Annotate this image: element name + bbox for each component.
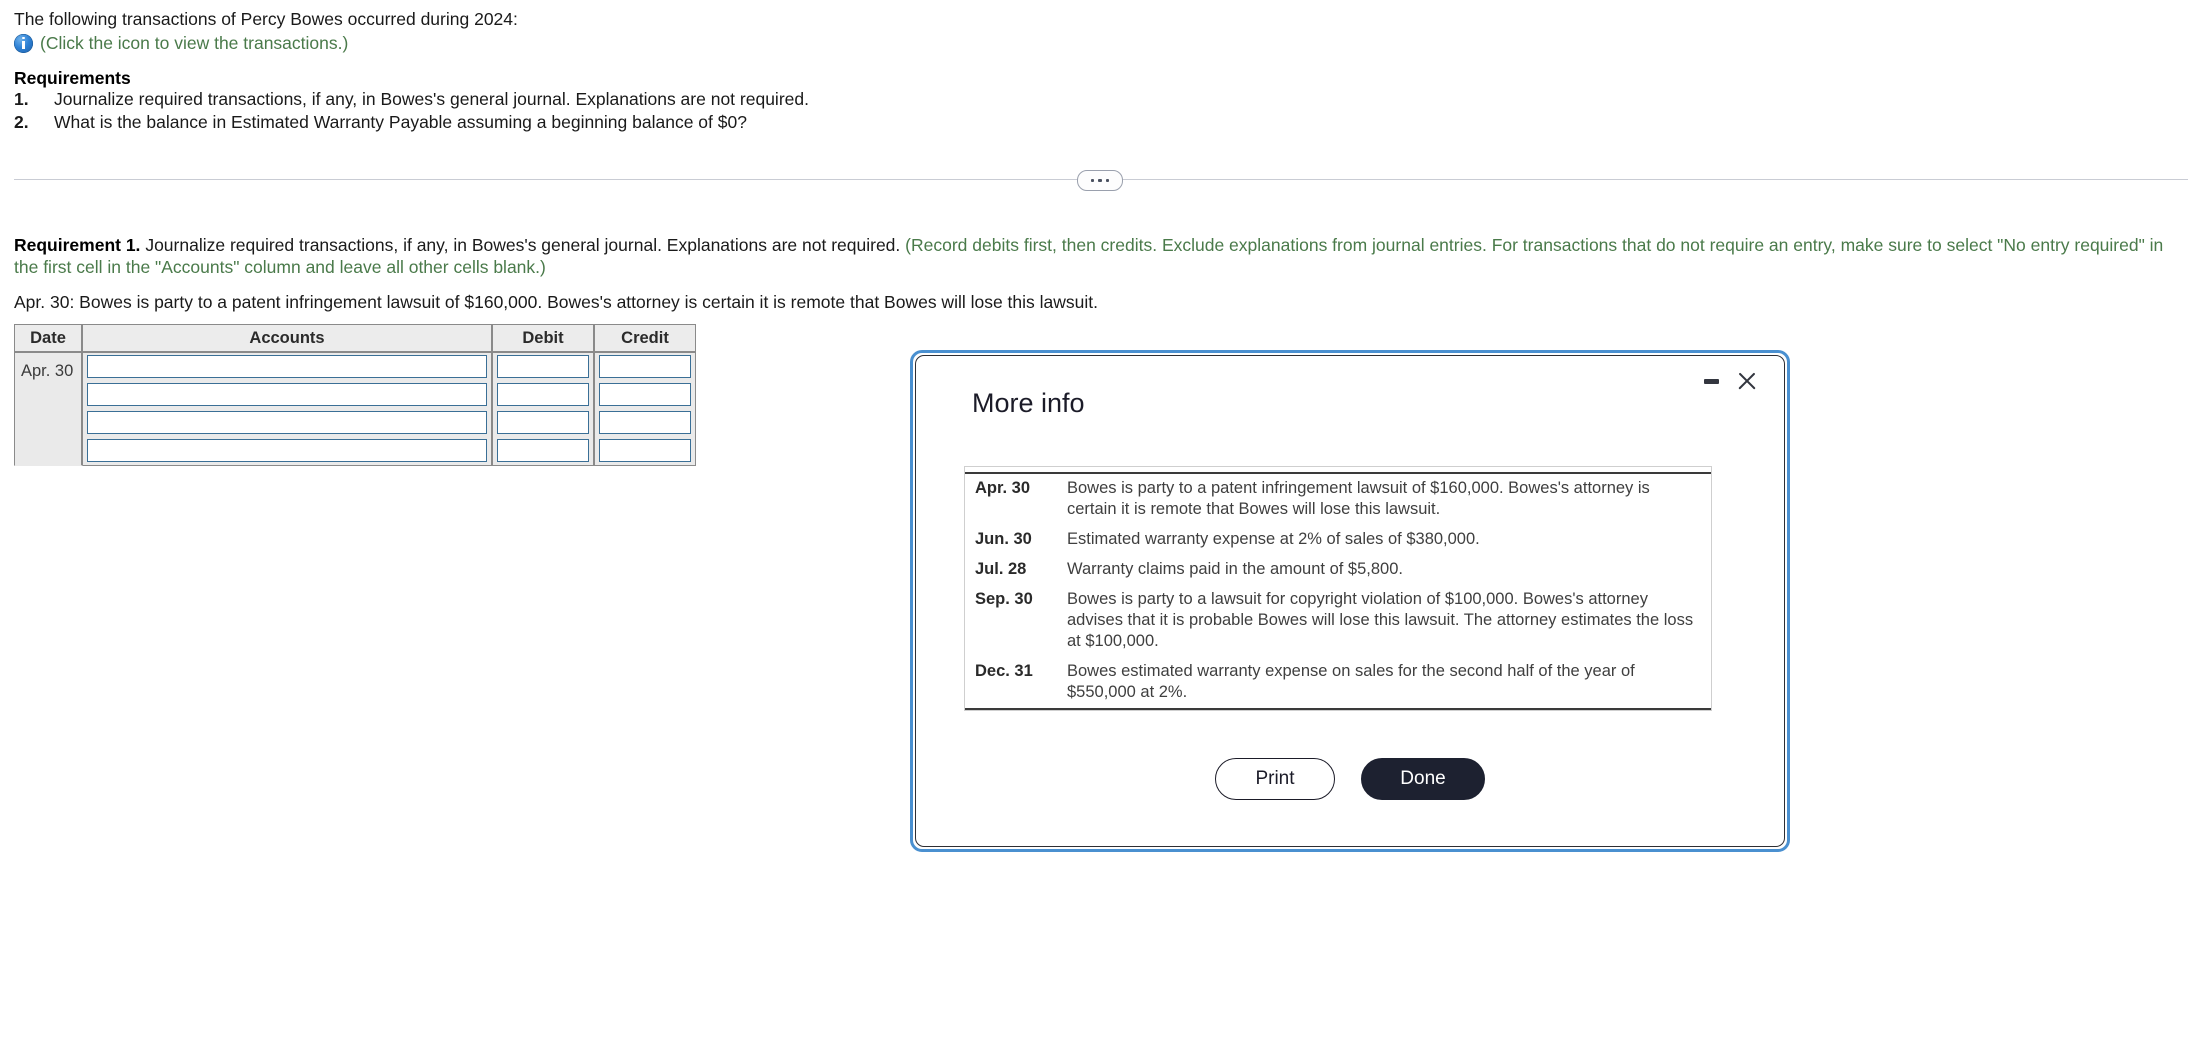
transaction-description: Warranty claims paid in the amount of $5… <box>1067 560 1403 578</box>
dot-icon <box>1105 178 1110 183</box>
page-root: The following transactions of Percy Bowe… <box>0 0 2202 1050</box>
more-info-dialog-title: More info <box>972 388 1085 418</box>
transactions-panel: Apr. 30 Bowes is party to a patent infri… <box>964 466 1712 711</box>
table-row: Jun. 30 Estimated warranty expense at 2%… <box>965 525 1711 555</box>
journal-credit-input[interactable] <box>599 383 691 406</box>
table-row: Sep. 30 Bowes is party to a lawsuit for … <box>965 585 1711 657</box>
transaction-date: Apr. 30 <box>975 479 1031 497</box>
journal-debit-cell[interactable] <box>493 437 595 466</box>
journal-row: Apr. 30 <box>14 353 696 466</box>
dialog-window-controls <box>1703 370 1758 392</box>
journal-accounts-cell[interactable] <box>83 437 493 466</box>
table-row: Apr. 30 Bowes is party to a patent infri… <box>965 473 1711 525</box>
problem-intro-text: The following transactions of Percy Bowe… <box>14 9 518 29</box>
transaction-description: Bowes is party to a patent infringement … <box>1067 479 1650 518</box>
view-transactions-link-label[interactable]: (Click the icon to view the transactions… <box>40 33 348 53</box>
journal-accounts-cell[interactable] <box>83 381 493 409</box>
requirement-item-2: 2. What is the balance in Estimated Warra… <box>14 112 747 133</box>
transaction-description: Estimated warranty expense at 2% of sale… <box>1067 530 1480 548</box>
more-info-dialog: More info Apr. 30 Bowes is party to a pa… <box>910 350 1790 852</box>
done-button[interactable]: Done <box>1361 758 1485 800</box>
transaction-date: Jul. 28 <box>975 560 1027 578</box>
requirement-item-2-number: 2. <box>14 112 29 132</box>
table-row: Dec. 31 Bowes estimated warranty expense… <box>965 657 1711 709</box>
journal-column-accounts: Accounts <box>83 324 493 353</box>
dot-icon <box>1098 178 1102 183</box>
journal-credit-input[interactable] <box>599 411 691 434</box>
table-row: Jul. 28 Warranty claims paid in the amou… <box>965 555 1711 585</box>
journal-debit-input[interactable] <box>497 383 589 406</box>
journal-column-credit: Credit <box>595 324 696 353</box>
requirement-1-body: Journalize required transactions, if any… <box>145 235 901 255</box>
journal-accounts-cell[interactable] <box>83 353 493 381</box>
requirement-item-1-text: Journalize required transactions, if any… <box>54 89 809 109</box>
journal-debit-input[interactable] <box>497 439 589 462</box>
requirement-1-label: Requirement 1. <box>14 235 141 255</box>
journal-row <box>14 381 696 409</box>
requirement-item-2-text: What is the balance in Estimated Warrant… <box>54 112 747 132</box>
journal-credit-cell[interactable] <box>595 381 696 409</box>
journal-accounts-input[interactable] <box>87 439 487 462</box>
journal-accounts-cell[interactable] <box>83 409 493 437</box>
journal-debit-cell[interactable] <box>493 353 595 381</box>
journal-credit-input[interactable] <box>599 355 691 378</box>
journal-credit-cell[interactable] <box>595 353 696 381</box>
transactions-table: Apr. 30 Bowes is party to a patent infri… <box>965 472 1711 710</box>
requirement-1-block: Requirement 1. Journalize required trans… <box>14 234 2174 278</box>
journal-accounts-input[interactable] <box>87 411 487 434</box>
journal-debit-input[interactable] <box>497 355 589 378</box>
minimize-icon[interactable] <box>1703 372 1720 390</box>
print-button[interactable]: Print <box>1215 758 1335 800</box>
journal-debit-cell[interactable] <box>493 409 595 437</box>
journal-accounts-input[interactable] <box>87 355 487 378</box>
journal-credit-input[interactable] <box>599 439 691 462</box>
journal-row <box>14 409 696 437</box>
journal-debit-input[interactable] <box>497 411 589 434</box>
view-transactions-link-row[interactable]: (Click the icon to view the transactions… <box>14 33 348 53</box>
journal-header-row: Date Accounts Debit Credit <box>14 324 696 353</box>
close-icon[interactable] <box>1736 370 1758 392</box>
info-icon[interactable] <box>14 33 33 53</box>
journal-column-debit: Debit <box>493 324 595 353</box>
journal-column-date: Date <box>14 324 83 353</box>
requirements-heading: Requirements <box>14 68 131 88</box>
journal-entry-table: Date Accounts Debit Credit Apr. 30 <box>14 324 696 466</box>
expand-more-button[interactable] <box>1077 170 1123 191</box>
dot-icon <box>1090 178 1095 183</box>
dialog-action-bar: Print Done <box>916 758 1784 800</box>
journal-credit-cell[interactable] <box>595 409 696 437</box>
transaction-date: Dec. 31 <box>975 662 1033 680</box>
journal-row <box>14 437 696 466</box>
transaction-description: Bowes is party to a lawsuit for copyrigh… <box>1067 590 1694 650</box>
journal-credit-cell[interactable] <box>595 437 696 466</box>
journal-date-cell: Apr. 30 <box>14 353 83 466</box>
transaction-date: Jun. 30 <box>975 530 1032 548</box>
section-divider <box>14 170 2188 191</box>
requirement-item-1-number: 1. <box>14 89 29 109</box>
scenario-text: Apr. 30: Bowes is party to a patent infr… <box>14 292 1099 312</box>
transaction-date: Sep. 30 <box>975 590 1033 608</box>
requirement-item-1: 1. Journalize required transactions, if a… <box>14 89 809 110</box>
journal-accounts-input[interactable] <box>87 383 487 406</box>
more-info-dialog-body: More info Apr. 30 Bowes is party to a pa… <box>915 355 1785 847</box>
transaction-description: Bowes estimated warranty expense on sale… <box>1067 662 1635 701</box>
journal-debit-cell[interactable] <box>493 381 595 409</box>
